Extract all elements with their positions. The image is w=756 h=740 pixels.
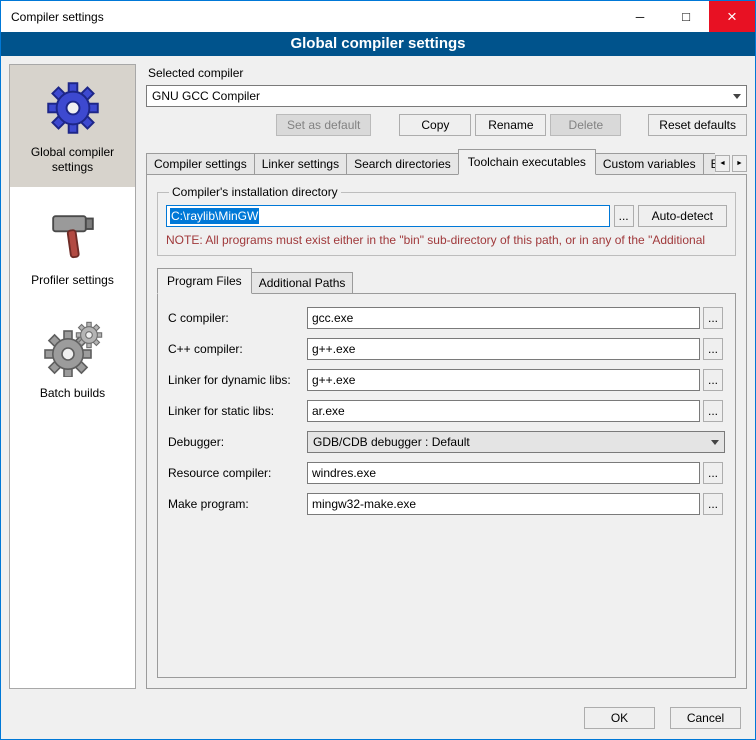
tab-additional-paths[interactable]: Additional Paths (251, 272, 354, 293)
tab-linker-settings[interactable]: Linker settings (254, 153, 347, 174)
settings-tabbar: Compiler settings Linker settings Search… (146, 149, 747, 174)
static-linker-input[interactable] (307, 400, 700, 422)
c-compiler-browse-button[interactable]: ... (703, 307, 723, 329)
gear-icon (43, 79, 103, 137)
debugger-select[interactable]: GDB/CDB debugger : Default (307, 431, 725, 453)
selected-compiler-select[interactable]: GNU GCC Compiler (146, 85, 747, 107)
tab-toolchain-executables[interactable]: Toolchain executables (458, 149, 596, 175)
window-controls: ─ □ × (617, 1, 755, 32)
close-button[interactable]: × (709, 1, 755, 32)
resource-compiler-label: Resource compiler: (168, 466, 304, 480)
make-program-label: Make program: (168, 497, 304, 511)
c-compiler-label: C compiler: (168, 311, 304, 325)
program-files-tabbar: Program Files Additional Paths (157, 268, 736, 293)
delete-button[interactable]: Delete (550, 114, 621, 136)
resource-compiler-browse-button[interactable]: ... (703, 462, 723, 484)
dialog-body: Global compiler settings Profiler settin… (1, 56, 755, 697)
dynamic-linker-label: Linker for dynamic libs: (168, 373, 304, 387)
installation-directory-input[interactable]: C:\raylib\MinGW (166, 205, 610, 227)
dynamic-linker-input[interactable] (307, 369, 700, 391)
tab-search-directories[interactable]: Search directories (346, 153, 459, 174)
reset-defaults-button[interactable]: Reset defaults (648, 114, 747, 136)
note-text: NOTE: All programs must exist either in … (166, 233, 727, 247)
dynamic-linker-browse-button[interactable]: ... (703, 369, 723, 391)
static-linker-browse-button[interactable]: ... (703, 400, 723, 422)
field-row-cpp-compiler: C++ compiler: ... (168, 338, 725, 360)
selected-compiler-label: Selected compiler (148, 66, 747, 80)
tab-scroll-left-button[interactable]: ◄ (715, 155, 730, 172)
debugger-label: Debugger: (168, 435, 304, 449)
cpp-compiler-input[interactable] (307, 338, 700, 360)
tab-compiler-settings[interactable]: Compiler settings (146, 153, 255, 174)
sidebar-item-label: Global compiler settings (14, 145, 131, 175)
c-compiler-input[interactable] (307, 307, 700, 329)
field-row-debugger: Debugger: GDB/CDB debugger : Default (168, 431, 725, 453)
sidebar-item-global-compiler-settings[interactable]: Global compiler settings (10, 65, 135, 187)
field-row-c-compiler: C compiler: ... (168, 307, 725, 329)
cpp-compiler-browse-button[interactable]: ... (703, 338, 723, 360)
installation-directory-group: Compiler's installation directory C:\ray… (157, 185, 736, 256)
settings-sidebar: Global compiler settings Profiler settin… (9, 64, 136, 689)
installation-directory-row: C:\raylib\MinGW ... Auto-detect (166, 205, 727, 227)
resource-compiler-input[interactable] (307, 462, 700, 484)
gears-icon (43, 320, 103, 378)
field-row-dynamic-linker: Linker for dynamic libs: ... (168, 369, 725, 391)
make-program-input[interactable] (307, 493, 700, 515)
installation-directory-browse-button[interactable]: ... (614, 205, 634, 227)
installation-directory-group-title: Compiler's installation directory (169, 185, 341, 199)
sidebar-item-label: Batch builds (40, 386, 105, 401)
cancel-button[interactable]: Cancel (670, 707, 741, 729)
titlebar[interactable]: Compiler settings ─ □ × (1, 1, 755, 32)
tab-custom-variables[interactable]: Custom variables (595, 153, 704, 174)
sidebar-item-label: Profiler settings (31, 273, 114, 288)
sidebar-item-batch-builds[interactable]: Batch builds (10, 306, 135, 413)
compiler-settings-window: Compiler settings ─ □ × Global compiler … (0, 0, 756, 740)
main-panel: Selected compiler GNU GCC Compiler Set a… (146, 64, 747, 689)
set-as-default-button[interactable]: Set as default (276, 114, 371, 136)
tab-scroll-right-button[interactable]: ► (732, 155, 747, 172)
toolchain-executables-panel: Compiler's installation directory C:\ray… (146, 174, 747, 689)
static-linker-label: Linker for static libs: (168, 404, 304, 418)
chevron-down-icon (705, 432, 724, 452)
window-title: Compiler settings (1, 10, 104, 24)
program-files-panel: C compiler: ... C++ compiler: ... Linker… (157, 293, 736, 678)
debugger-value: GDB/CDB debugger : Default (313, 435, 470, 449)
dialog-footer: OK Cancel (1, 697, 755, 739)
field-row-resource-compiler: Resource compiler: ... (168, 462, 725, 484)
cpp-compiler-label: C++ compiler: (168, 342, 304, 356)
page-title: Global compiler settings (1, 32, 755, 56)
copy-button[interactable]: Copy (399, 114, 471, 136)
minimize-button[interactable]: ─ (617, 1, 663, 32)
tab-program-files[interactable]: Program Files (157, 268, 252, 294)
chevron-down-icon (727, 86, 746, 106)
field-row-make-program: Make program: ... (168, 493, 725, 515)
maximize-button[interactable]: □ (663, 1, 709, 32)
sidebar-item-profiler-settings[interactable]: Profiler settings (10, 193, 135, 300)
selected-compiler-value: GNU GCC Compiler (152, 89, 260, 103)
make-program-browse-button[interactable]: ... (703, 493, 723, 515)
tab-scroll-controls: ◄ ► (715, 155, 747, 174)
field-row-static-linker: Linker for static libs: ... (168, 400, 725, 422)
compiler-actions: Set as default Copy Rename Delete Reset … (146, 114, 747, 136)
rename-button[interactable]: Rename (475, 114, 546, 136)
auto-detect-button[interactable]: Auto-detect (638, 205, 727, 227)
installation-directory-value: C:\raylib\MinGW (170, 208, 259, 224)
ok-button[interactable]: OK (584, 707, 655, 729)
tab-build-options[interactable]: Buil (703, 153, 715, 174)
profiler-hammer-icon (43, 207, 103, 265)
